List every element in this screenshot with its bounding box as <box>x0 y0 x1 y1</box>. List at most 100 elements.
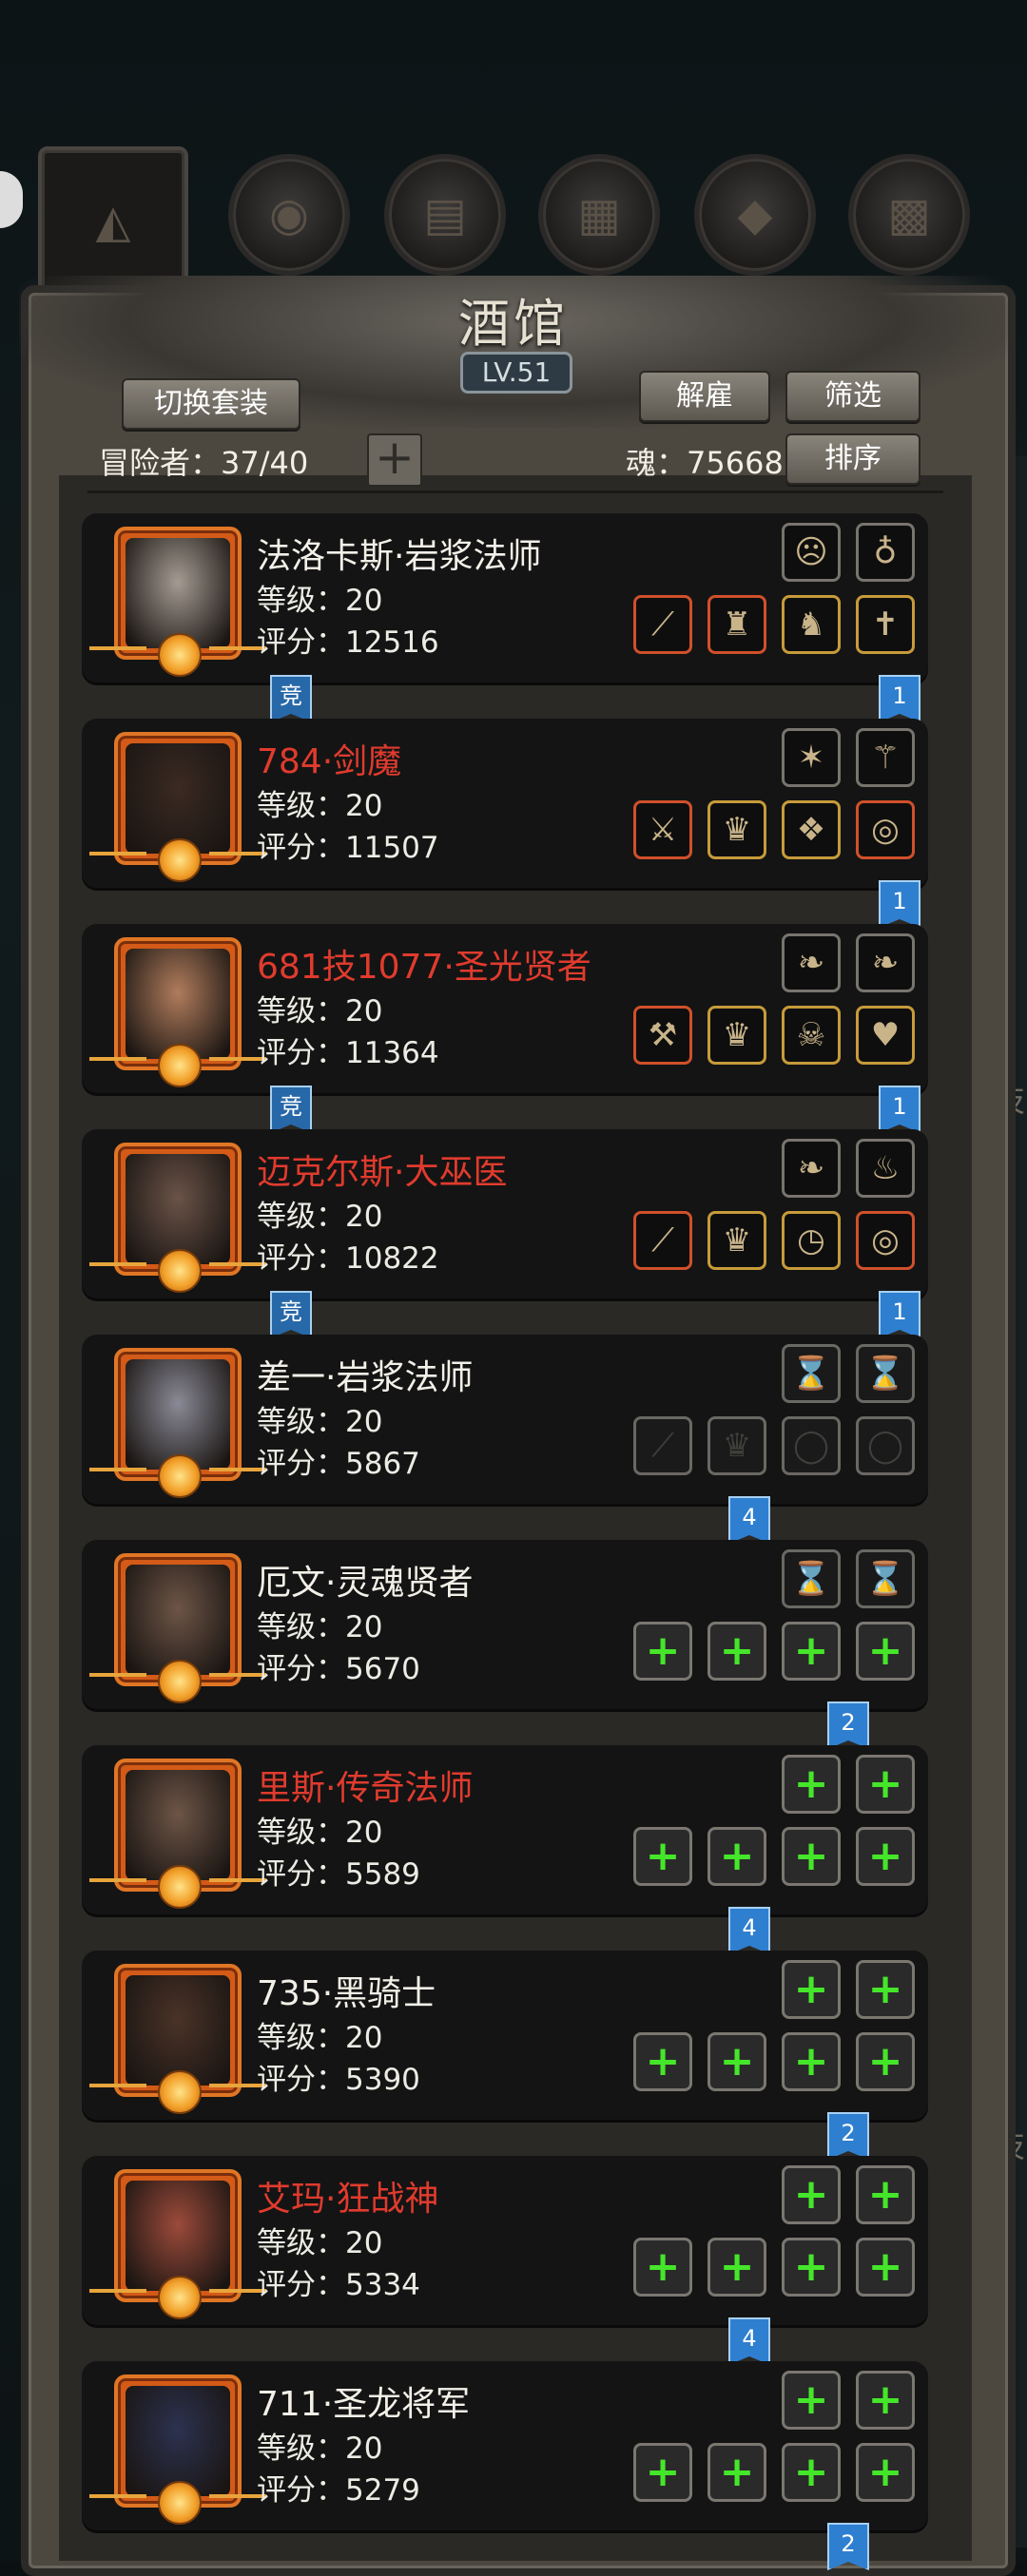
hero-name: 差一·岩浆法师 <box>257 1358 474 1397</box>
tab-book[interactable]: ▦ <box>538 154 660 276</box>
rune-icon[interactable]: ✶ <box>782 728 841 787</box>
hero-card[interactable]: 里斯·传奇法师 等级：20 评分：5589 + + + + + + <box>82 1745 928 1914</box>
cloak-icon[interactable]: ♞ <box>782 595 841 654</box>
helmet-icon[interactable]: ♜ <box>707 595 766 654</box>
add-icon[interactable]: + <box>856 2371 915 2430</box>
empty-slot-icon[interactable]: ⌛ <box>856 1344 915 1403</box>
filter-button[interactable]: 筛选 <box>785 371 920 422</box>
wand-icon[interactable]: ⟋ <box>633 1211 692 1270</box>
hero-card[interactable]: 厄文·灵魂贤者 等级：20 评分：5670 ⌛ ⌛ + + + + <box>82 1540 928 1709</box>
add-icon[interactable]: + <box>856 1622 915 1681</box>
scepter-icon[interactable]: ⚚ <box>856 728 915 787</box>
add-icon[interactable]: + <box>856 2165 915 2224</box>
hero-card[interactable]: 法洛卡斯·岩浆法师 等级：20 评分：12516 ☹ ♁ ⟋ ♜ ♞ ✝ <box>82 513 928 682</box>
tab-tavern[interactable]: ◭ <box>38 146 188 297</box>
heart-icon[interactable]: ♥ <box>856 1006 915 1065</box>
armor-icon[interactable]: ♛ <box>707 1211 766 1270</box>
empty-slot-icon[interactable]: ⌛ <box>782 1549 841 1608</box>
ring-icon[interactable]: ◎ <box>856 800 915 859</box>
lantern-icon[interactable]: ♨ <box>856 1139 915 1198</box>
empty-slot-icon[interactable]: ⌛ <box>782 1344 841 1403</box>
dismiss-button[interactable]: 解雇 <box>639 371 770 422</box>
hero-score: 评分：10822 <box>257 1241 439 1276</box>
emblem-wing <box>89 2494 146 2498</box>
add-icon[interactable]: + <box>707 2443 766 2502</box>
add-icon[interactable]: + <box>707 2032 766 2091</box>
add-icon[interactable]: + <box>856 1755 915 1814</box>
ring-empty-icon[interactable]: ◯ <box>782 1416 841 1475</box>
feather-icon[interactable]: ❧ <box>782 1139 841 1198</box>
add-icon[interactable]: + <box>633 1622 692 1681</box>
potion-icon[interactable]: ♁ <box>856 523 915 582</box>
armor-icon[interactable]: ♛ <box>707 1006 766 1065</box>
add-icon[interactable]: + <box>782 2443 841 2502</box>
hero-portrait[interactable] <box>89 2169 266 2319</box>
skull-icon[interactable]: ☠ <box>782 1006 841 1065</box>
add-icon[interactable]: + <box>633 2443 692 2502</box>
add-icon[interactable]: + <box>856 2443 915 2502</box>
tab-gear[interactable]: ◉ <box>228 154 350 276</box>
add-icon[interactable]: + <box>782 1827 841 1886</box>
add-icon[interactable]: + <box>856 1827 915 1886</box>
switch-outfit-button[interactable]: 切换套装 <box>122 378 300 430</box>
feather-icon[interactable]: ❧ <box>856 933 915 992</box>
hero-portrait[interactable] <box>89 1964 266 2114</box>
add-icon[interactable]: + <box>707 2238 766 2297</box>
add-icon[interactable]: + <box>856 1960 915 2019</box>
sort-button[interactable]: 排序 <box>785 433 920 485</box>
hero-name: 735·黑骑士 <box>257 1974 436 2013</box>
add-icon[interactable]: + <box>707 1622 766 1681</box>
hero-portrait[interactable] <box>89 1759 266 1909</box>
hammer-icon[interactable]: ⚒ <box>633 1006 692 1065</box>
rank-emblem-icon <box>158 2276 202 2319</box>
tab-crystal[interactable]: ◆ <box>694 154 816 276</box>
ring-empty-icon[interactable]: ◯ <box>856 1416 915 1475</box>
hero-card[interactable]: 711·圣龙将军 等级：20 评分：5279 + + + + + + <box>82 2361 928 2530</box>
tab-forge[interactable]: ▩ <box>848 154 970 276</box>
gem-icon[interactable]: ❖ <box>782 800 841 859</box>
mask-icon[interactable]: ☹ <box>782 523 841 582</box>
hero-portrait[interactable] <box>89 937 266 1087</box>
page-title: 酒馆 <box>458 294 569 354</box>
rank-emblem-icon <box>158 838 202 882</box>
add-icon[interactable]: + <box>633 2238 692 2297</box>
add-icon[interactable]: + <box>782 1755 841 1814</box>
tab-scroll[interactable]: ▤ <box>384 154 506 276</box>
feather-icon[interactable]: ❧ <box>782 933 841 992</box>
amulet-icon[interactable]: ✝ <box>856 595 915 654</box>
staff-icon[interactable]: ⟋ <box>633 595 692 654</box>
clock-icon[interactable]: ◷ <box>782 1211 841 1270</box>
add-slot-button[interactable]: + <box>367 433 422 487</box>
add-icon[interactable]: + <box>633 1827 692 1886</box>
add-icon[interactable]: + <box>633 2032 692 2091</box>
hero-portrait[interactable] <box>89 2374 266 2525</box>
emblem-wing <box>89 1878 146 1882</box>
add-icon[interactable]: + <box>707 1827 766 1886</box>
hero-portrait[interactable] <box>89 1348 266 1498</box>
add-icon[interactable]: + <box>782 2165 841 2224</box>
hero-card[interactable]: 735·黑骑士 等级：20 评分：5390 + + + + + + <box>82 1951 928 2120</box>
armor-empty-icon[interactable]: ♛ <box>707 1416 766 1475</box>
add-icon[interactable]: + <box>856 2238 915 2297</box>
ring-icon[interactable]: ◎ <box>856 1211 915 1270</box>
hero-level: 等级：20 <box>257 789 383 823</box>
add-icon[interactable]: + <box>782 2032 841 2091</box>
hero-portrait[interactable] <box>89 1143 266 1293</box>
hero-card[interactable]: 784·剑魔 等级：20 评分：11507 ✶ ⚚ ⚔ ♛ ❖ ◎ <box>82 719 928 888</box>
staff-empty-icon[interactable]: ⟋ <box>633 1416 692 1475</box>
hero-card[interactable]: 迈克尔斯·大巫医 等级：20 评分：10822 ❧ ♨ ⟋ ♛ ◷ ◎ <box>82 1129 928 1298</box>
add-icon[interactable]: + <box>782 2371 841 2430</box>
add-icon[interactable]: + <box>782 1960 841 2019</box>
hero-portrait[interactable] <box>89 527 266 677</box>
add-icon[interactable]: + <box>782 2238 841 2297</box>
hero-portrait[interactable] <box>89 732 266 882</box>
armor-icon[interactable]: ♛ <box>707 800 766 859</box>
add-icon[interactable]: + <box>856 2032 915 2091</box>
sword-icon[interactable]: ⚔ <box>633 800 692 859</box>
hero-card[interactable]: 681技1077·圣光贤者 等级：20 评分：11364 ❧ ❧ ⚒ ♛ ☠ ♥ <box>82 924 928 1093</box>
empty-slot-icon[interactable]: ⌛ <box>856 1549 915 1608</box>
add-icon[interactable]: + <box>782 1622 841 1681</box>
hero-card[interactable]: 艾玛·狂战神 等级：20 评分：5334 + + + + + + <box>82 2156 928 2325</box>
hero-card[interactable]: 差一·岩浆法师 等级：20 评分：5867 ⌛ ⌛ ⟋ ♛ ◯ ◯ <box>82 1335 928 1504</box>
hero-portrait[interactable] <box>89 1553 266 1703</box>
